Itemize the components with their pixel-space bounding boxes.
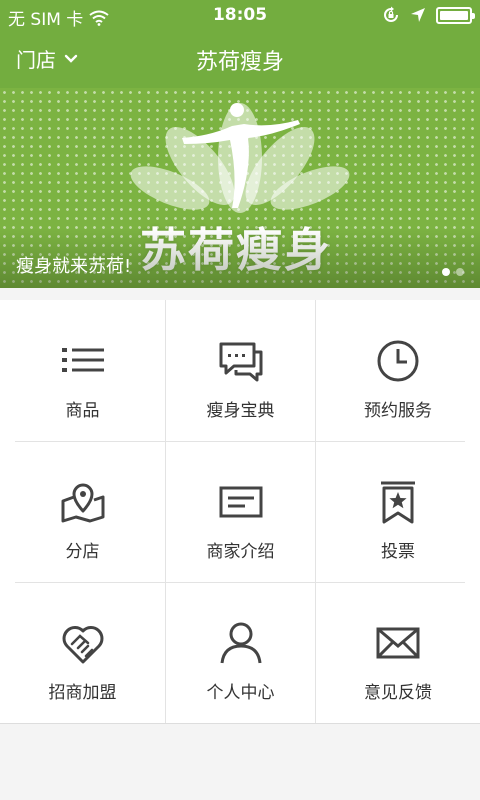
page-dot[interactable] <box>456 268 464 276</box>
menu-label: 意见反馈 <box>364 683 432 703</box>
user-icon <box>220 622 261 664</box>
menu-item-branches[interactable]: 分店 <box>0 441 165 582</box>
list-icon <box>61 348 104 372</box>
menu-item-slimming-guide[interactable]: 瘦身宝典 <box>165 300 315 441</box>
clock-icon <box>377 340 419 382</box>
page-indicator <box>442 268 464 276</box>
menu-item-booking[interactable]: 预约服务 <box>315 300 480 441</box>
page-dot[interactable] <box>442 268 450 276</box>
menu-item-merchant-intro[interactable]: 商家介绍 <box>165 441 315 582</box>
menu-label: 瘦身宝典 <box>206 401 275 421</box>
menu-label: 预约服务 <box>364 401 432 421</box>
location-arrow-icon <box>411 8 425 22</box>
menu-item-franchise[interactable]: 招商加盟 <box>0 582 165 723</box>
heart-handshake-icon <box>62 626 103 664</box>
battery-fill <box>440 10 468 20</box>
status-bar: 无 SIM 卡 18:05 <box>0 0 480 30</box>
menu-label: 招商加盟 <box>48 683 117 703</box>
menu-label: 分店 <box>65 542 100 562</box>
menu-item-vote[interactable]: 投票 <box>315 441 480 582</box>
menu-label: 个人中心 <box>206 683 275 703</box>
menu-item-products[interactable]: 商品 <box>0 300 165 441</box>
map-pin-icon <box>61 483 104 523</box>
battery-icon <box>436 6 475 24</box>
menu-item-feedback[interactable]: 意见反馈 <box>315 582 480 723</box>
chat-bubbles-icon <box>219 342 262 382</box>
envelope-icon <box>376 627 420 659</box>
menu-item-profile[interactable]: 个人中心 <box>165 582 315 723</box>
message-card-icon <box>219 486 262 518</box>
status-right <box>382 6 475 24</box>
menu-label: 商品 <box>65 401 100 421</box>
banner-caption: 瘦身就来苏荷! <box>16 256 132 277</box>
menu-label: 商家介绍 <box>206 542 275 562</box>
promo-banner[interactable]: 苏荷瘦身 瘦身就来苏荷! <box>0 88 480 288</box>
star-bookmark-icon <box>381 481 415 524</box>
page-title: 苏荷瘦身 <box>195 50 284 75</box>
divider <box>0 723 480 724</box>
lotus-figure-logo <box>130 103 350 213</box>
navbar: 门店 苏荷瘦身 <box>0 30 480 88</box>
app-header: 无 SIM 卡 18:05 门店 苏荷瘦身 <box>0 0 480 88</box>
feature-grid: 商品 瘦身宝典 预约服务 分店 商家介绍 投票 招商加盟 个人中心 意见反馈 <box>0 300 480 723</box>
rotation-lock-icon <box>384 6 398 22</box>
menu-label: 投票 <box>381 542 415 562</box>
